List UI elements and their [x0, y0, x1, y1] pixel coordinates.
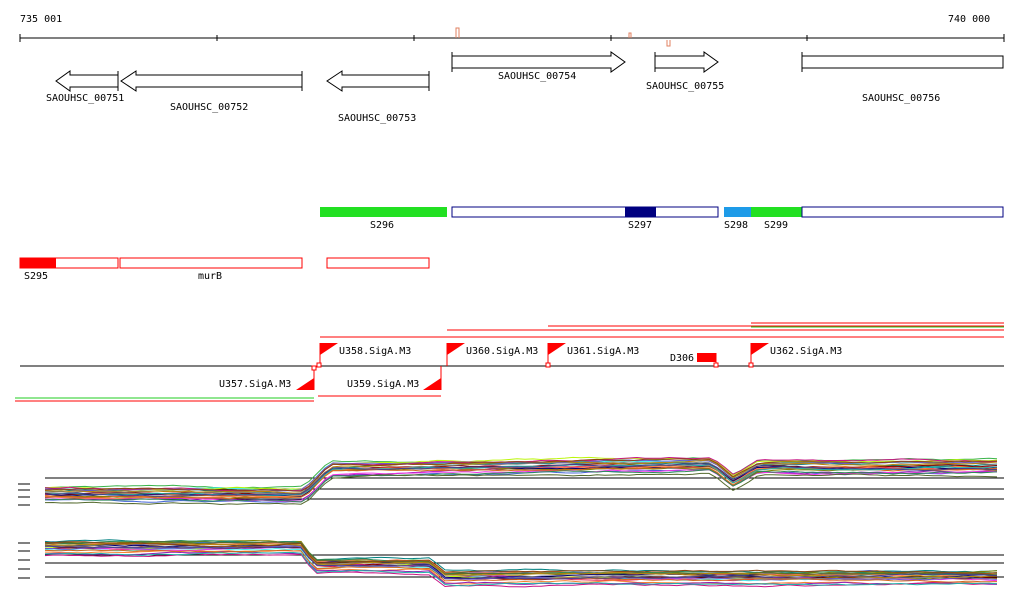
expression-profile-top: [18, 456, 1004, 506]
feature-label: U360.SigA.M3: [466, 346, 538, 357]
segment-s297-outline[interactable]: [451, 206, 719, 218]
feature-u357-siga-m3[interactable]: U357.SigA.M3: [219, 365, 317, 390]
segment-track-upper: S296 S297 S298 S299: [320, 206, 1004, 231]
segment-outline[interactable]: [326, 257, 430, 269]
segment-label: S299: [764, 220, 788, 231]
feature-label: U359.SigA.M3: [347, 379, 419, 390]
genome-browser-view: 735 001 740 000 SAOUHSC_00751 SAOUHSC_00…: [15, 14, 1005, 588]
gene-saouhsc-00756[interactable]: SAOUHSC_00756: [801, 52, 1004, 104]
feature-label: U358.SigA.M3: [339, 346, 411, 357]
expression-trace: [44, 540, 998, 576]
gene-label: SAOUHSC_00752: [170, 102, 248, 113]
segment-murb[interactable]: [119, 257, 303, 269]
segment-label: S296: [370, 220, 394, 231]
feature-label: U361.SigA.M3: [567, 346, 639, 357]
gene-label: SAOUHSC_00751: [46, 93, 124, 104]
feature-u359-siga-m3[interactable]: U359.SigA.M3: [347, 366, 442, 390]
segment-label: S298: [724, 220, 748, 231]
gene-label: SAOUHSC_00755: [646, 81, 724, 92]
feature-u358-siga-m3[interactable]: U358.SigA.M3: [316, 343, 411, 368]
gene-track: SAOUHSC_00751 SAOUHSC_00752 SAOUHSC_0075…: [46, 51, 1004, 124]
ruler-start-label: 735 001: [20, 14, 62, 25]
expression-trace: [44, 541, 998, 574]
position-ruler: 735 001 740 000: [19, 14, 1005, 47]
segment-s295[interactable]: [20, 258, 56, 268]
segment-label: S295: [24, 271, 48, 282]
feature-track: U358.SigA.M3 U360.SigA.M3 U361.SigA.M3 D…: [15, 322, 1004, 402]
segment-label: S297: [628, 220, 652, 231]
feature-d306[interactable]: D306: [670, 353, 719, 368]
gene-label: SAOUHSC_00754: [498, 71, 576, 82]
feature-u361-siga-m3[interactable]: U361.SigA.M3: [545, 343, 639, 368]
feature-u362-siga-m3[interactable]: U362.SigA.M3: [748, 343, 842, 368]
segment-s298[interactable]: [724, 207, 751, 217]
segment-s296[interactable]: [320, 207, 447, 217]
gene-label: SAOUHSC_00756: [862, 93, 940, 104]
segment-outline[interactable]: [801, 206, 1004, 218]
segment-s299[interactable]: [751, 207, 802, 217]
gene-saouhsc-00753[interactable]: SAOUHSC_00753: [326, 70, 430, 124]
expression-profile-bottom: [18, 539, 1004, 588]
gene-saouhsc-00755[interactable]: SAOUHSC_00755: [646, 51, 724, 92]
feature-u360-siga-m3[interactable]: U360.SigA.M3: [446, 343, 538, 366]
feature-label: D306: [670, 353, 694, 364]
segment-track-lower: S295 murB: [19, 257, 430, 282]
gene-saouhsc-00752[interactable]: SAOUHSC_00752: [117, 70, 303, 113]
feature-label: U362.SigA.M3: [770, 346, 842, 357]
segment-label: murB: [198, 271, 222, 282]
feature-label: U357.SigA.M3: [219, 379, 291, 390]
gene-saouhsc-00751[interactable]: SAOUHSC_00751: [46, 70, 124, 104]
segment-s297[interactable]: [625, 207, 656, 217]
gene-label: SAOUHSC_00753: [338, 113, 416, 124]
gene-saouhsc-00754[interactable]: SAOUHSC_00754: [451, 51, 626, 82]
ruler-end-label: 740 000: [948, 14, 990, 25]
